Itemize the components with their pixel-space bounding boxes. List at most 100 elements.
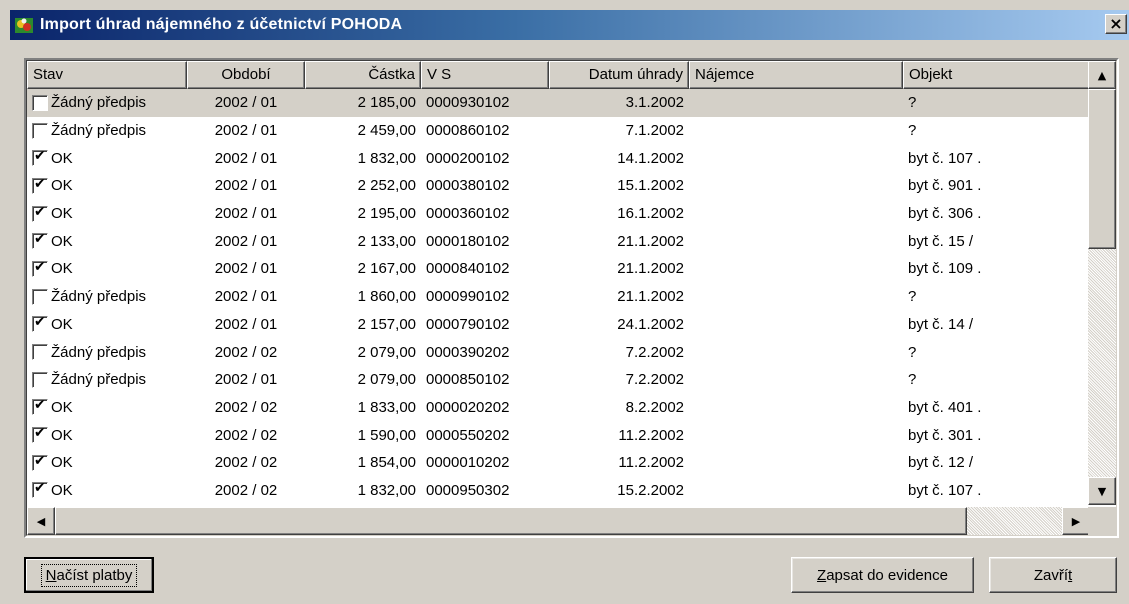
cell-stav: OK [27,150,187,167]
scroll-right-icon[interactable]: ▶ [1062,507,1090,535]
cell-stav: OK [27,260,187,277]
status-text: OK [51,205,73,223]
load-payments-button[interactable]: Načíst platby [24,557,154,593]
scroll-up-icon[interactable]: ▲ [1088,61,1116,89]
close-mnemonic: t [1068,566,1073,584]
window-title: Import úhrad nájemného z účetnictví POHO… [40,16,403,33]
row-checkbox[interactable] [32,399,48,416]
header-col-castka[interactable]: Částka [305,61,421,89]
scrollbar-corner [1088,507,1116,535]
title-bar[interactable]: Import úhrad nájemného z účetnictví POHO… [10,10,1129,40]
status-text: OK [51,260,73,278]
cell-castka: 2 167,00 [357,260,416,278]
row-checkbox[interactable] [32,427,48,444]
table-row[interactable]: OK 2002 / 01 2 195,00 0000360102 16.1.2002 by… [27,200,1090,228]
cell-datum: 14.1.2002 [617,149,684,167]
cell-vs: 0000200102 [426,149,510,167]
table-row[interactable]: OK 2002 / 02 1 590,00 0000550202 11.2.2002 by… [27,421,1090,449]
row-checkbox[interactable] [32,454,48,471]
row-checkbox[interactable] [32,233,48,250]
cell-objekt: ? [908,122,917,140]
header-col-objekt[interactable]: Objekt [903,61,1090,89]
cell-stav: OK [27,482,187,499]
horizontal-scrollbar[interactable]: ◀ ▶ [27,507,1090,535]
scroll-down-icon[interactable]: ▼ [1088,477,1116,505]
cell-obdobi: 2002 / 02 [214,343,278,361]
row-checkbox[interactable] [32,316,48,333]
write-to-evidence-button[interactable]: Zapsat do evidence [791,557,974,593]
status-text: OK [51,232,73,250]
cell-stav: Žádný předpis [27,94,187,111]
cell-objekt: byt č. 109 . [908,260,982,278]
cell-objekt: byt č. 306 . [908,205,982,223]
status-text: OK [51,426,73,444]
status-text: OK [51,398,73,416]
table-row[interactable]: OK 2002 / 02 1 832,00 0000950302 15.2.2002 by… [27,477,1090,505]
cell-objekt: byt č. 15 / [908,232,974,250]
row-checkbox[interactable] [32,344,48,361]
cell-castka: 2 079,00 [357,343,416,361]
cell-objekt: byt č. 401 . [908,398,982,416]
cell-obdobi: 2002 / 01 [214,122,278,140]
table-row[interactable]: OK 2002 / 01 2 167,00 0000840102 21.1.2002 by… [27,255,1090,283]
row-checkbox[interactable] [32,288,48,305]
header-col-obdobi[interactable]: Období [187,61,305,89]
cell-datum: 21.1.2002 [617,288,684,306]
table-row[interactable]: OK 2002 / 01 2 133,00 0000180102 21.1.2002 by… [27,227,1090,255]
cell-datum: 3.1.2002 [625,94,684,112]
row-checkbox[interactable] [32,177,48,194]
cell-datum: 15.2.2002 [617,481,684,499]
row-checkbox[interactable] [32,150,48,167]
close-button[interactable]: Zavřít [989,557,1117,593]
scroll-left-icon[interactable]: ◀ [27,507,55,535]
vertical-scrollbar[interactable]: ▲ ▼ [1088,61,1116,505]
vertical-scroll-track[interactable] [1088,89,1116,477]
table-row[interactable]: Žádný předpis 2002 / 01 1 860,00 0000990102… [27,283,1090,311]
table-row[interactable]: OK 2002 / 01 1 832,00 0000200102 14.1.2002 by… [27,144,1090,172]
header-col-stav[interactable]: Stav [27,61,187,89]
cell-obdobi: 2002 / 01 [214,177,278,195]
row-checkbox[interactable] [32,205,48,222]
cell-objekt: ? [908,94,917,112]
table-row[interactable]: Žádný předpis 2002 / 01 2 459,00 0000860102… [27,117,1090,145]
cell-castka: 1 833,00 [357,398,416,416]
cell-stav: Žádný předpis [27,371,187,388]
header-col-datum[interactable]: Datum úhrady [549,61,689,89]
cell-objekt: byt č. 14 / [908,315,974,333]
cell-stav: Žádný předpis [27,122,187,139]
cell-obdobi: 2002 / 01 [214,149,278,167]
cell-castka: 1 854,00 [357,454,416,472]
import-dialog: Import úhrad nájemného z účetnictví POHO… [0,0,1129,604]
table-row[interactable]: Žádný předpis 2002 / 01 2 185,00 0000930102… [27,89,1090,117]
table-row[interactable]: OK 2002 / 02 1 833,00 0000020202 8.2.2002 byt… [27,394,1090,422]
table-row[interactable]: OK 2002 / 01 2 157,00 0000790102 24.1.2002 by… [27,311,1090,339]
row-checkbox[interactable] [32,122,48,139]
table-row[interactable]: Žádný předpis 2002 / 01 2 079,00 0000850102… [27,366,1090,394]
vertical-scroll-thumb[interactable] [1088,89,1116,249]
cell-vs: 0000020202 [426,398,510,416]
close-label: Zavří [1033,566,1068,584]
cell-vs: 0000010202 [426,454,510,472]
row-checkbox[interactable] [32,94,48,111]
grid-body: Žádný předpis 2002 / 01 2 185,00 0000930102… [27,89,1090,505]
row-checkbox[interactable] [32,371,48,388]
horizontal-scroll-thumb[interactable] [55,507,967,535]
horizontal-scroll-track[interactable] [55,507,1062,535]
header-col-najemce[interactable]: Nájemce [689,61,903,89]
cell-datum: 8.2.2002 [625,398,684,416]
row-checkbox[interactable] [32,482,48,499]
cell-objekt: byt č. 107 . [908,149,982,167]
cell-vs: 0000840102 [426,260,510,278]
header-col-vs[interactable]: V S [421,61,549,89]
table-row[interactable]: Žádný předpis 2002 / 02 2 079,00 0000390202… [27,338,1090,366]
cell-vs: 0000950302 [426,481,510,499]
row-checkbox[interactable] [32,260,48,277]
status-text: OK [51,481,73,499]
status-text: Žádný předpis [51,288,147,306]
close-icon[interactable]: × [1105,14,1127,34]
cell-castka: 2 459,00 [357,122,416,140]
cell-datum: 7.2.2002 [625,371,684,389]
status-text: OK [51,177,73,195]
table-row[interactable]: OK 2002 / 01 2 252,00 0000380102 15.1.2002 by… [27,172,1090,200]
table-row[interactable]: OK 2002 / 02 1 854,00 0000010202 11.2.2002 by… [27,449,1090,477]
